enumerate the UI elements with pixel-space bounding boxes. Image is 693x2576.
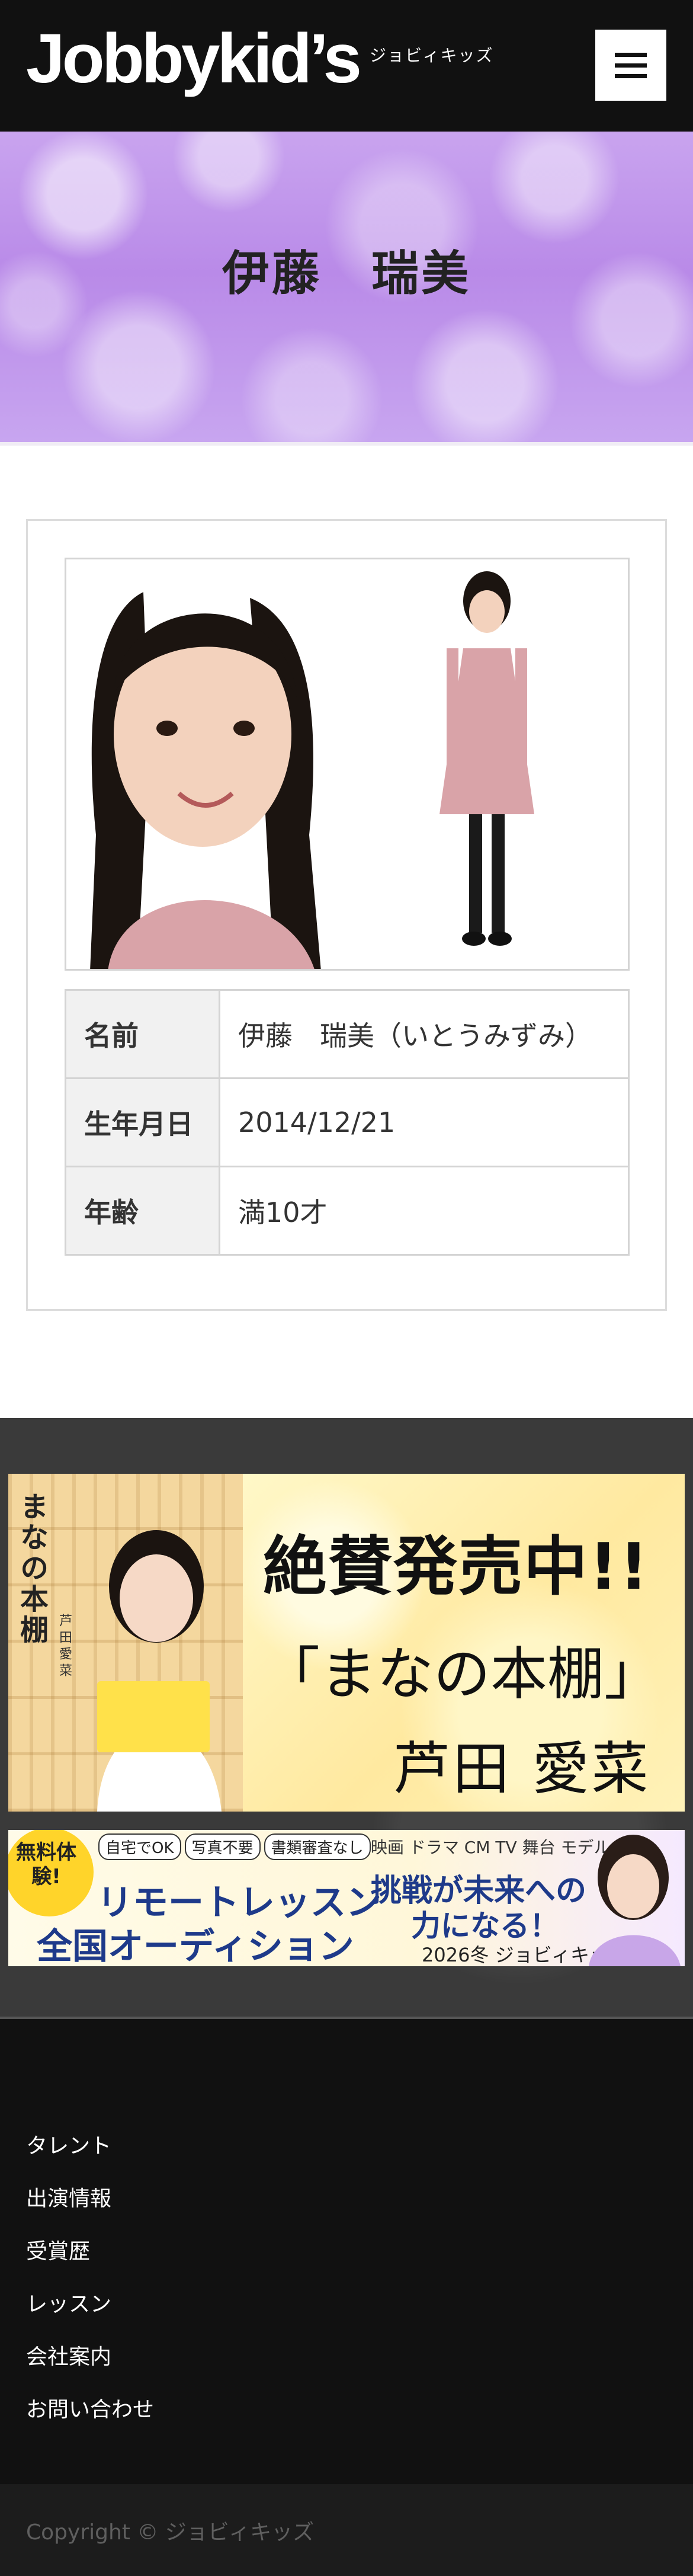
book-headline: 絶賛発売中!! bbox=[263, 1530, 650, 1604]
audition-banner[interactable]: 無料体験! 自宅でOK 写真不要 書類審査なし 映画 ドラマ CM TV 舞台 … bbox=[8, 1830, 685, 1966]
audition-catch2: 力になる！ bbox=[411, 1909, 559, 1943]
profile-full-body-photo bbox=[422, 565, 552, 968]
table-row: 生年月日 2014/12/21 bbox=[65, 1077, 630, 1167]
audition-line2: 全国オーディション bbox=[37, 1926, 354, 1966]
profile-face-photo bbox=[72, 568, 351, 969]
footer-link-lessons[interactable]: レッスン bbox=[26, 2291, 154, 2344]
hamburger-menu-button[interactable] bbox=[595, 30, 666, 101]
book-release-banner[interactable]: まなの本棚 芦田愛菜 絶賛発売中!! 「まなの本棚」 芦田 愛菜 bbox=[8, 1474, 685, 1812]
hero-divider bbox=[0, 442, 693, 446]
footer-divider bbox=[0, 2017, 693, 2019]
page-hero: 伊藤 瑞美 bbox=[0, 132, 693, 446]
hamburger-menu-icon bbox=[615, 63, 647, 68]
audition-portrait bbox=[589, 1835, 681, 1966]
book-cover-portrait bbox=[97, 1530, 222, 1812]
profile-value-birthdate: 2014/12/21 bbox=[219, 1077, 630, 1167]
footer-link-company[interactable]: 会社案内 bbox=[26, 2344, 154, 2396]
profile-card: 名前 伊藤 瑞美（いとうみずみ） 生年月日 2014/12/21 年齢 満10才 bbox=[26, 519, 667, 1311]
footer-link-awards[interactable]: 受賞歴 bbox=[26, 2238, 154, 2291]
profile-label-age: 年齢 bbox=[65, 1166, 220, 1256]
footer-link-contact[interactable]: お問い合わせ bbox=[26, 2396, 154, 2449]
footer-link-talent[interactable]: タレント bbox=[26, 2133, 154, 2185]
site-footer: タレント 出演情報 受賞歴 レッスン 会社案内 お問い合わせ Copyright… bbox=[0, 2017, 693, 2576]
profile-value-age: 満10才 bbox=[219, 1166, 630, 1256]
book-author: 芦田 愛菜 bbox=[393, 1736, 651, 1802]
copyright-bar: Copyright © ジョビィキッズ bbox=[0, 2484, 693, 2576]
hamburger-menu-icon bbox=[615, 53, 647, 57]
audition-tag: 書類審査なし bbox=[264, 1833, 371, 1860]
site-logo[interactable]: Jobbykid’s ジョビィキッズ bbox=[26, 24, 493, 94]
page-title: 伊藤 瑞美 bbox=[222, 246, 471, 301]
profile-label-name: 名前 bbox=[65, 989, 220, 1079]
footer-link-appearances[interactable]: 出演情報 bbox=[26, 2185, 154, 2238]
footer-nav: タレント 出演情報 受賞歴 レッスン 会社案内 お問い合わせ bbox=[26, 2133, 154, 2449]
table-row: 名前 伊藤 瑞美（いとうみずみ） bbox=[65, 989, 630, 1079]
audition-tags: 自宅でOK 写真不要 書類審査なし bbox=[98, 1833, 371, 1860]
logo-text: Jobbykid’s bbox=[26, 20, 362, 98]
site-header: Jobbykid’s ジョビィキッズ bbox=[0, 0, 693, 132]
free-trial-text: 無料体験! bbox=[16, 1841, 76, 1889]
audition-tag: 写真不要 bbox=[184, 1833, 261, 1860]
hamburger-menu-icon bbox=[615, 74, 647, 78]
book-title: 「まなの本棚」 bbox=[263, 1641, 661, 1707]
table-row: 年齢 満10才 bbox=[65, 1166, 630, 1256]
free-trial-badge: 無料体験! bbox=[8, 1830, 94, 1916]
copyright-text: Copyright © ジョビィキッズ bbox=[26, 2520, 315, 2545]
profile-photo-frame bbox=[65, 558, 630, 971]
book-vertical-author: 芦田愛菜 bbox=[57, 1614, 72, 1680]
profile-table: 名前 伊藤 瑞美（いとうみずみ） 生年月日 2014/12/21 年齢 満10才 bbox=[65, 989, 630, 1256]
profile-value-name: 伊藤 瑞美（いとうみずみ） bbox=[219, 989, 630, 1079]
logo-subtext: ジョビィキッズ bbox=[370, 46, 494, 65]
book-vertical-title: まなの本棚 bbox=[15, 1492, 48, 1646]
profile-label-birthdate: 生年月日 bbox=[65, 1077, 220, 1167]
banner-section: まなの本棚 芦田愛菜 絶賛発売中!! 「まなの本棚」 芦田 愛菜 無料体験! 自… bbox=[0, 1418, 693, 2017]
book-cover-panel: まなの本棚 芦田愛菜 bbox=[8, 1474, 243, 1812]
audition-tag: 自宅でOK bbox=[98, 1833, 181, 1860]
